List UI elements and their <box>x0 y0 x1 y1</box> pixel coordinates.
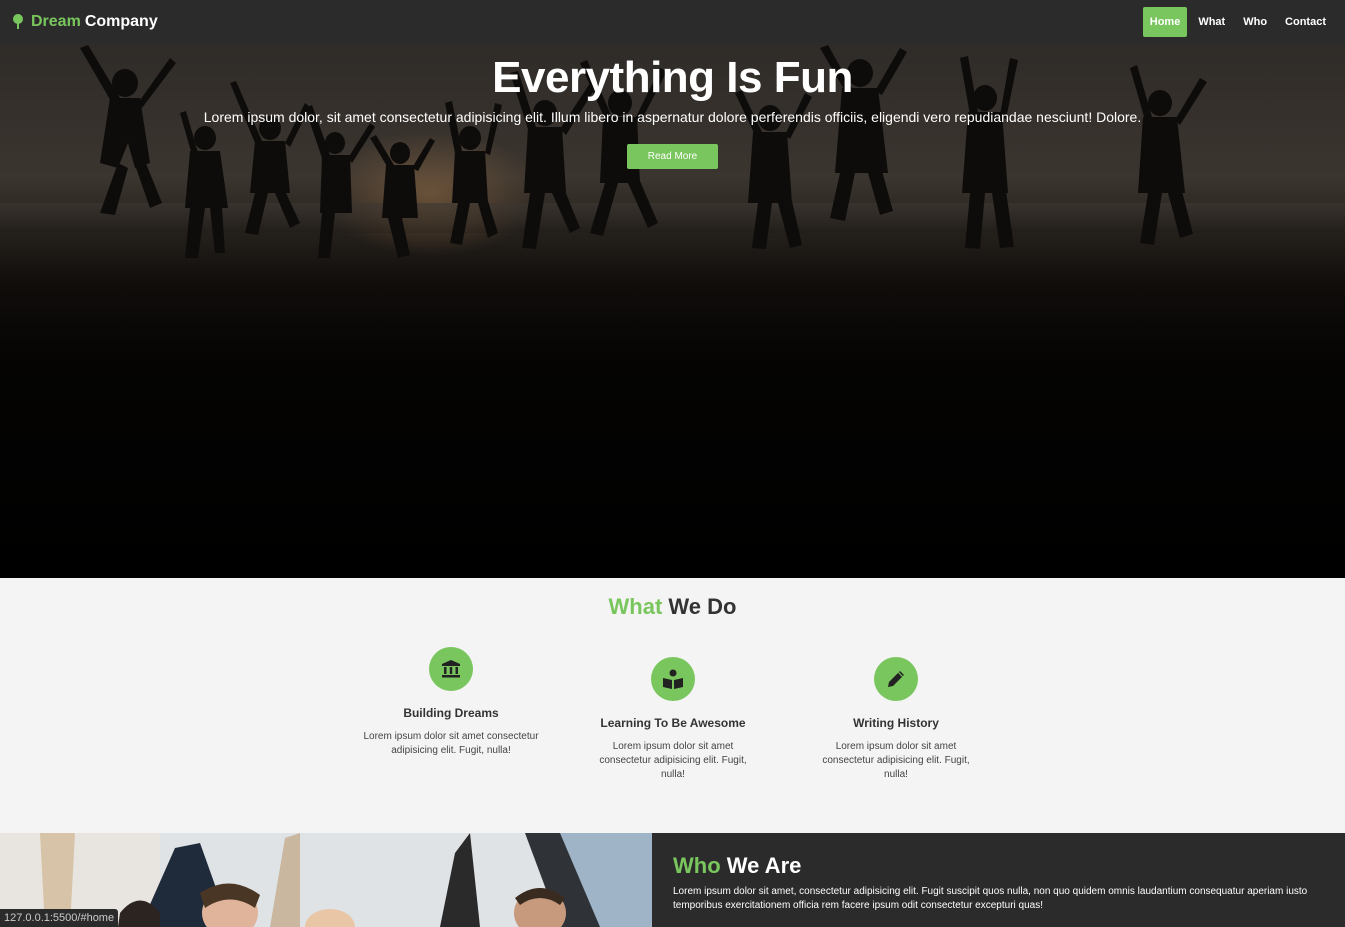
who-text: Lorem ipsum dolor sit amet, consectetur … <box>673 886 1308 911</box>
feature-text: Lorem ipsum dolor sit amet consectetur a… <box>599 741 747 780</box>
nav-item-home[interactable]: Home <box>1142 6 1188 37</box>
nav-menu: Home What Who Contact <box>1142 6 1333 37</box>
who-section-title: Who We Are <box>673 853 1324 879</box>
feature-writing-history: Writing History Lorem ipsum dolor sit am… <box>796 657 996 782</box>
feature-title: Building Dreams <box>403 706 499 720</box>
hero-section: Everything Is Fun Lorem ipsum dolor, sit… <box>0 43 1345 578</box>
nav-item-what[interactable]: What <box>1191 7 1232 37</box>
who-title-rest: We Are <box>726 853 802 878</box>
what-title-highlight: What <box>608 594 663 619</box>
brand-name-part1: Dream <box>31 12 81 30</box>
what-title-rest: We Do <box>668 594 737 619</box>
tree-icon <box>12 13 24 30</box>
who-title-highlight: Who <box>673 853 721 878</box>
feature-text: Lorem ipsum dolor sit amet consectetur a… <box>363 731 539 756</box>
feature-building-dreams: Building Dreams Lorem ipsum dolor sit am… <box>351 647 551 758</box>
hero-text: Lorem ipsum dolor, sit amet consectetur … <box>203 109 1142 125</box>
book-reader-icon <box>651 657 695 701</box>
read-more-button[interactable]: Read More <box>626 144 719 169</box>
brand-logo[interactable]: Dream Company <box>12 13 158 31</box>
pencil-icon <box>874 657 918 701</box>
brand-name-part2: Company <box>84 12 158 30</box>
hero-title: Everything Is Fun <box>492 53 853 102</box>
feature-title: Writing History <box>853 716 939 730</box>
bank-icon <box>429 647 473 691</box>
what-we-do-section: What We Do Building Dreams Lorem ipsum d… <box>0 578 1345 833</box>
status-bar-url: 127.0.0.1:5500/#home <box>0 909 119 927</box>
feature-text: Lorem ipsum dolor sit amet consectetur a… <box>822 741 970 780</box>
nav-item-contact[interactable]: Contact <box>1278 7 1333 37</box>
feature-title: Learning To Be Awesome <box>600 716 746 730</box>
who-we-are-section: Who We Are Lorem ipsum dolor sit amet, c… <box>652 833 1345 927</box>
navbar: Dream Company Home What Who Contact <box>0 0 1345 43</box>
what-section-title: What We Do <box>0 594 1345 620</box>
hero-content: Everything Is Fun Lorem ipsum dolor, sit… <box>0 43 1345 169</box>
feature-learning: Learning To Be Awesome Lorem ipsum dolor… <box>573 657 773 782</box>
nav-item-who[interactable]: Who <box>1236 7 1274 37</box>
